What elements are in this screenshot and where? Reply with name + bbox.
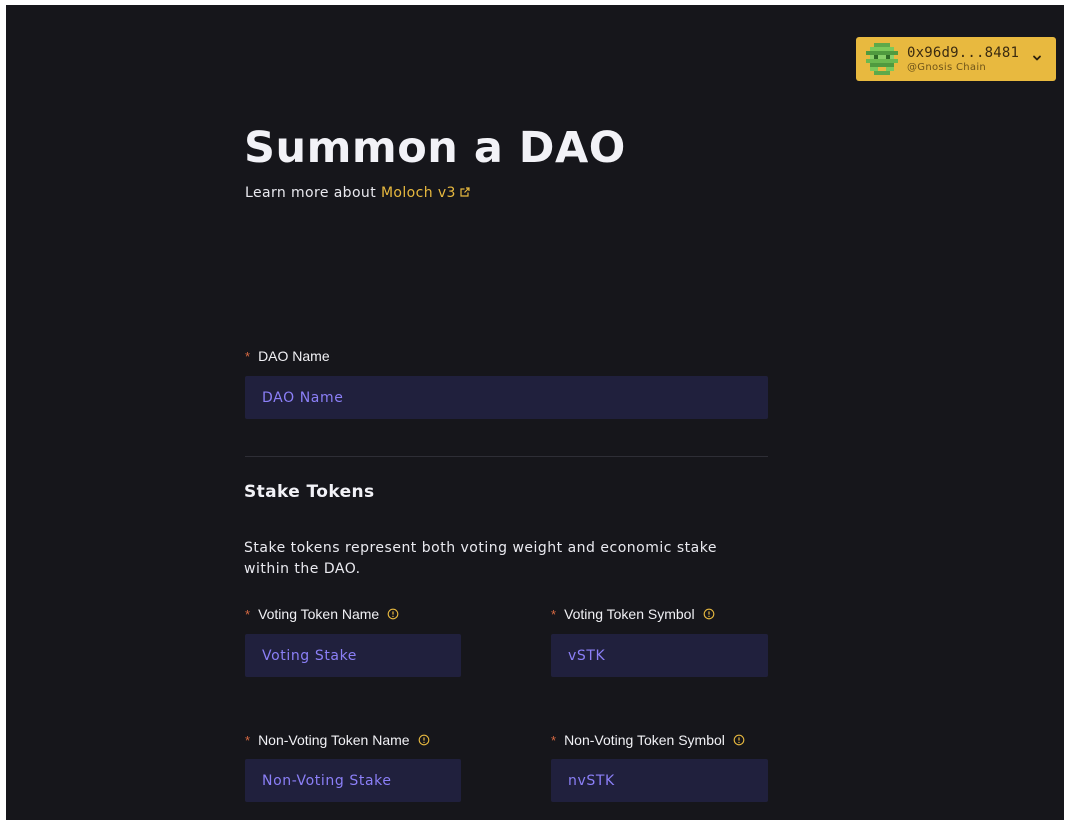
non-voting-token-name-input[interactable]: [245, 759, 461, 802]
non-voting-token-symbol-label-text: Non-Voting Token Symbol: [564, 732, 725, 748]
app-window: 0x96d9...8481 @Gnosis Chain Summon a DAO…: [6, 5, 1064, 820]
required-marker: *: [551, 732, 557, 748]
dao-name-label-text: DAO Name: [258, 348, 330, 364]
dao-name-input[interactable]: [245, 376, 768, 419]
voting-token-symbol-label: * Voting Token Symbol: [551, 606, 715, 622]
required-marker: *: [245, 732, 251, 748]
non-voting-token-name-label-text: Non-Voting Token Name: [258, 732, 410, 748]
info-icon[interactable]: [418, 734, 430, 746]
info-icon[interactable]: [387, 608, 399, 620]
moloch-v3-link[interactable]: Moloch v3: [381, 185, 471, 201]
non-voting-token-name-label: * Non-Voting Token Name: [245, 732, 430, 748]
non-voting-token-symbol-input[interactable]: [551, 759, 768, 802]
required-marker: *: [551, 606, 557, 622]
stake-tokens-description: Stake tokens represent both voting weigh…: [244, 540, 717, 577]
voting-token-symbol-label-text: Voting Token Symbol: [564, 606, 695, 622]
voting-token-symbol-input[interactable]: [551, 634, 768, 677]
external-link-icon: [460, 187, 470, 197]
info-icon[interactable]: [703, 608, 715, 620]
voting-token-name-label-text: Voting Token Name: [258, 606, 380, 622]
chevron-down-icon: [1033, 55, 1041, 61]
section-divider: [245, 456, 768, 457]
wallet-network: @Gnosis Chain: [907, 61, 987, 73]
page-title: Summon a DAO: [244, 123, 626, 173]
learn-more-text: Learn more about Moloch v3: [245, 185, 471, 201]
non-voting-token-symbol-label: * Non-Voting Token Symbol: [551, 732, 745, 748]
moloch-v3-link-label: Moloch v3: [380, 185, 456, 201]
wallet-button[interactable]: 0x96d9...8481 @Gnosis Chain: [856, 37, 1056, 81]
info-icon[interactable]: [733, 734, 745, 746]
pixel-avatar-icon: [866, 43, 898, 75]
wallet-address: 0x96d9...8481: [907, 44, 1020, 61]
required-marker: *: [245, 606, 251, 622]
stake-tokens-title: Stake Tokens: [244, 482, 375, 502]
dao-name-label: * DAO Name: [245, 348, 330, 364]
voting-token-name-label: * Voting Token Name: [245, 606, 399, 622]
voting-token-name-input[interactable]: [245, 634, 461, 677]
required-marker: *: [245, 348, 251, 364]
learn-more-prefix: Learn more about: [245, 185, 377, 201]
